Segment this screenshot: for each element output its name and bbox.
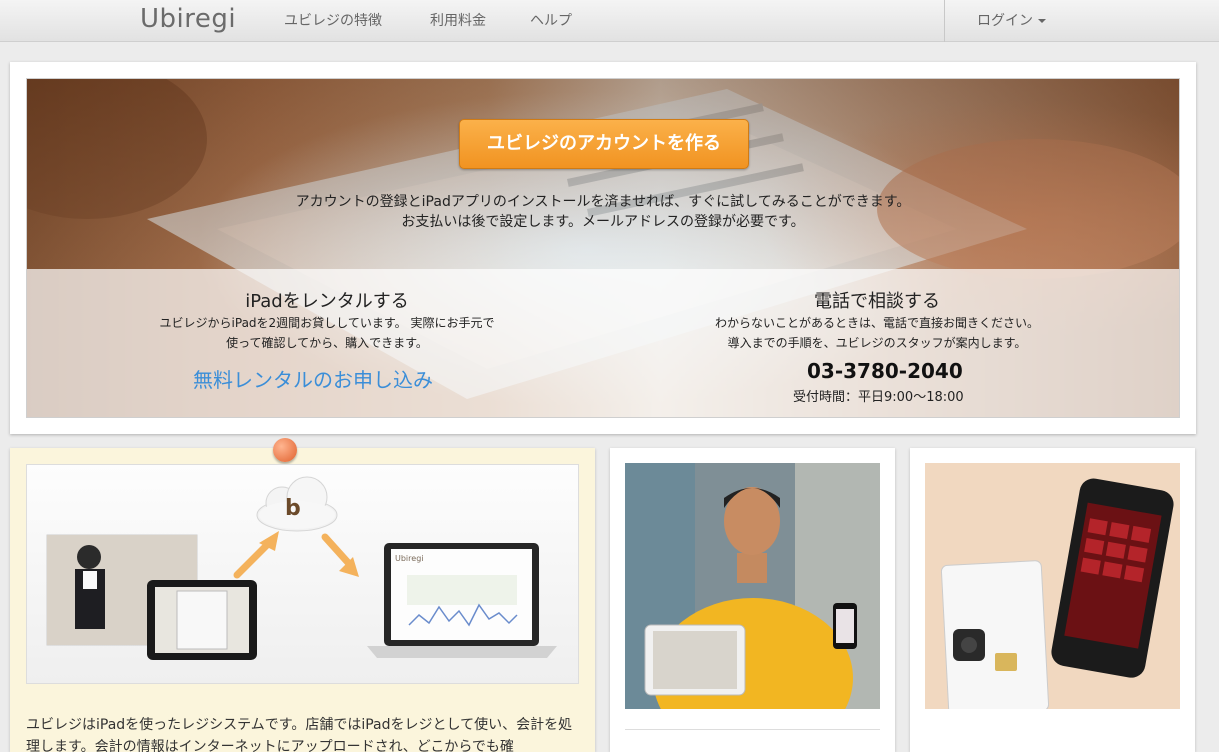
top-navbar: Ubiregi ユビレジの特徴 利用料金 ヘルプ ログイン <box>0 0 1219 42</box>
phone-text-1: わからないことがあるときは、電話で直接お聞きください。 <box>714 316 1039 330</box>
devices-photo <box>925 463 1180 709</box>
feature-description: ユビレジはiPadを使ったレジシステムです。店舗ではiPadをレジとして使い、会… <box>26 717 573 752</box>
system-diagram-image: b Ubiregi <box>46 476 557 660</box>
rental-text-2: 使って確認してから、購入できます。 <box>226 336 428 350</box>
nav-link-features[interactable]: ユビレジの特徴 <box>284 10 382 30</box>
feature-illustration: b Ubiregi <box>26 464 579 684</box>
pin-icon <box>273 438 297 462</box>
hero-banner: ユビレジのアカウントを作る アカウントの登録とiPadアプリのインストールを済ま… <box>26 78 1180 418</box>
hero-overlay <box>27 79 1179 269</box>
hero-card: ユビレジのアカウントを作る アカウントの登録とiPadアプリのインストールを済ま… <box>10 62 1196 434</box>
feature-card: b Ubiregi ユビレジはiPadを使ったレジシステムです。店舗ではiPad… <box>10 438 595 752</box>
divider <box>625 729 880 730</box>
rental-text-1: ユビレジからiPadを2週間お貸ししています。 実際にお手元で <box>159 316 495 330</box>
person-photo <box>625 463 880 709</box>
caret-down-icon <box>1038 19 1046 23</box>
phone-title: 電話で相談する <box>814 291 940 312</box>
phone-number[interactable]: 03-3780-2040 <box>807 359 963 383</box>
photo-card-devices <box>910 448 1195 752</box>
hero-description-1: アカウントの登録とiPadアプリのインストールを済ませれば、すぐに試してみること… <box>295 194 911 210</box>
nav-link-help[interactable]: ヘルプ <box>530 10 572 30</box>
create-account-button[interactable]: ユビレジのアカウントを作る <box>459 119 749 169</box>
svg-text:b: b <box>285 496 301 521</box>
hero-description-2: お支払いは後で設定します。メールアドレスの登録が必要です。 <box>401 214 805 230</box>
photo-card-person <box>610 448 895 752</box>
phone-hours: 受付時間：平日9:00〜18:00 <box>793 390 964 405</box>
nav-link-pricing[interactable]: 利用料金 <box>430 10 486 30</box>
login-label: ログイン <box>977 13 1033 29</box>
nav-divider <box>944 0 945 42</box>
login-dropdown[interactable]: ログイン <box>977 10 1046 30</box>
rental-apply-link[interactable]: 無料レンタルのお申し込み <box>193 364 433 393</box>
rental-title: iPadをレンタルする <box>245 291 409 312</box>
phone-text-2: 導入までの手順を、ユビレジのスタッフが案内します。 <box>727 336 1027 350</box>
svg-text:Ubiregi: Ubiregi <box>395 554 424 563</box>
logo[interactable]: Ubiregi <box>140 4 236 34</box>
